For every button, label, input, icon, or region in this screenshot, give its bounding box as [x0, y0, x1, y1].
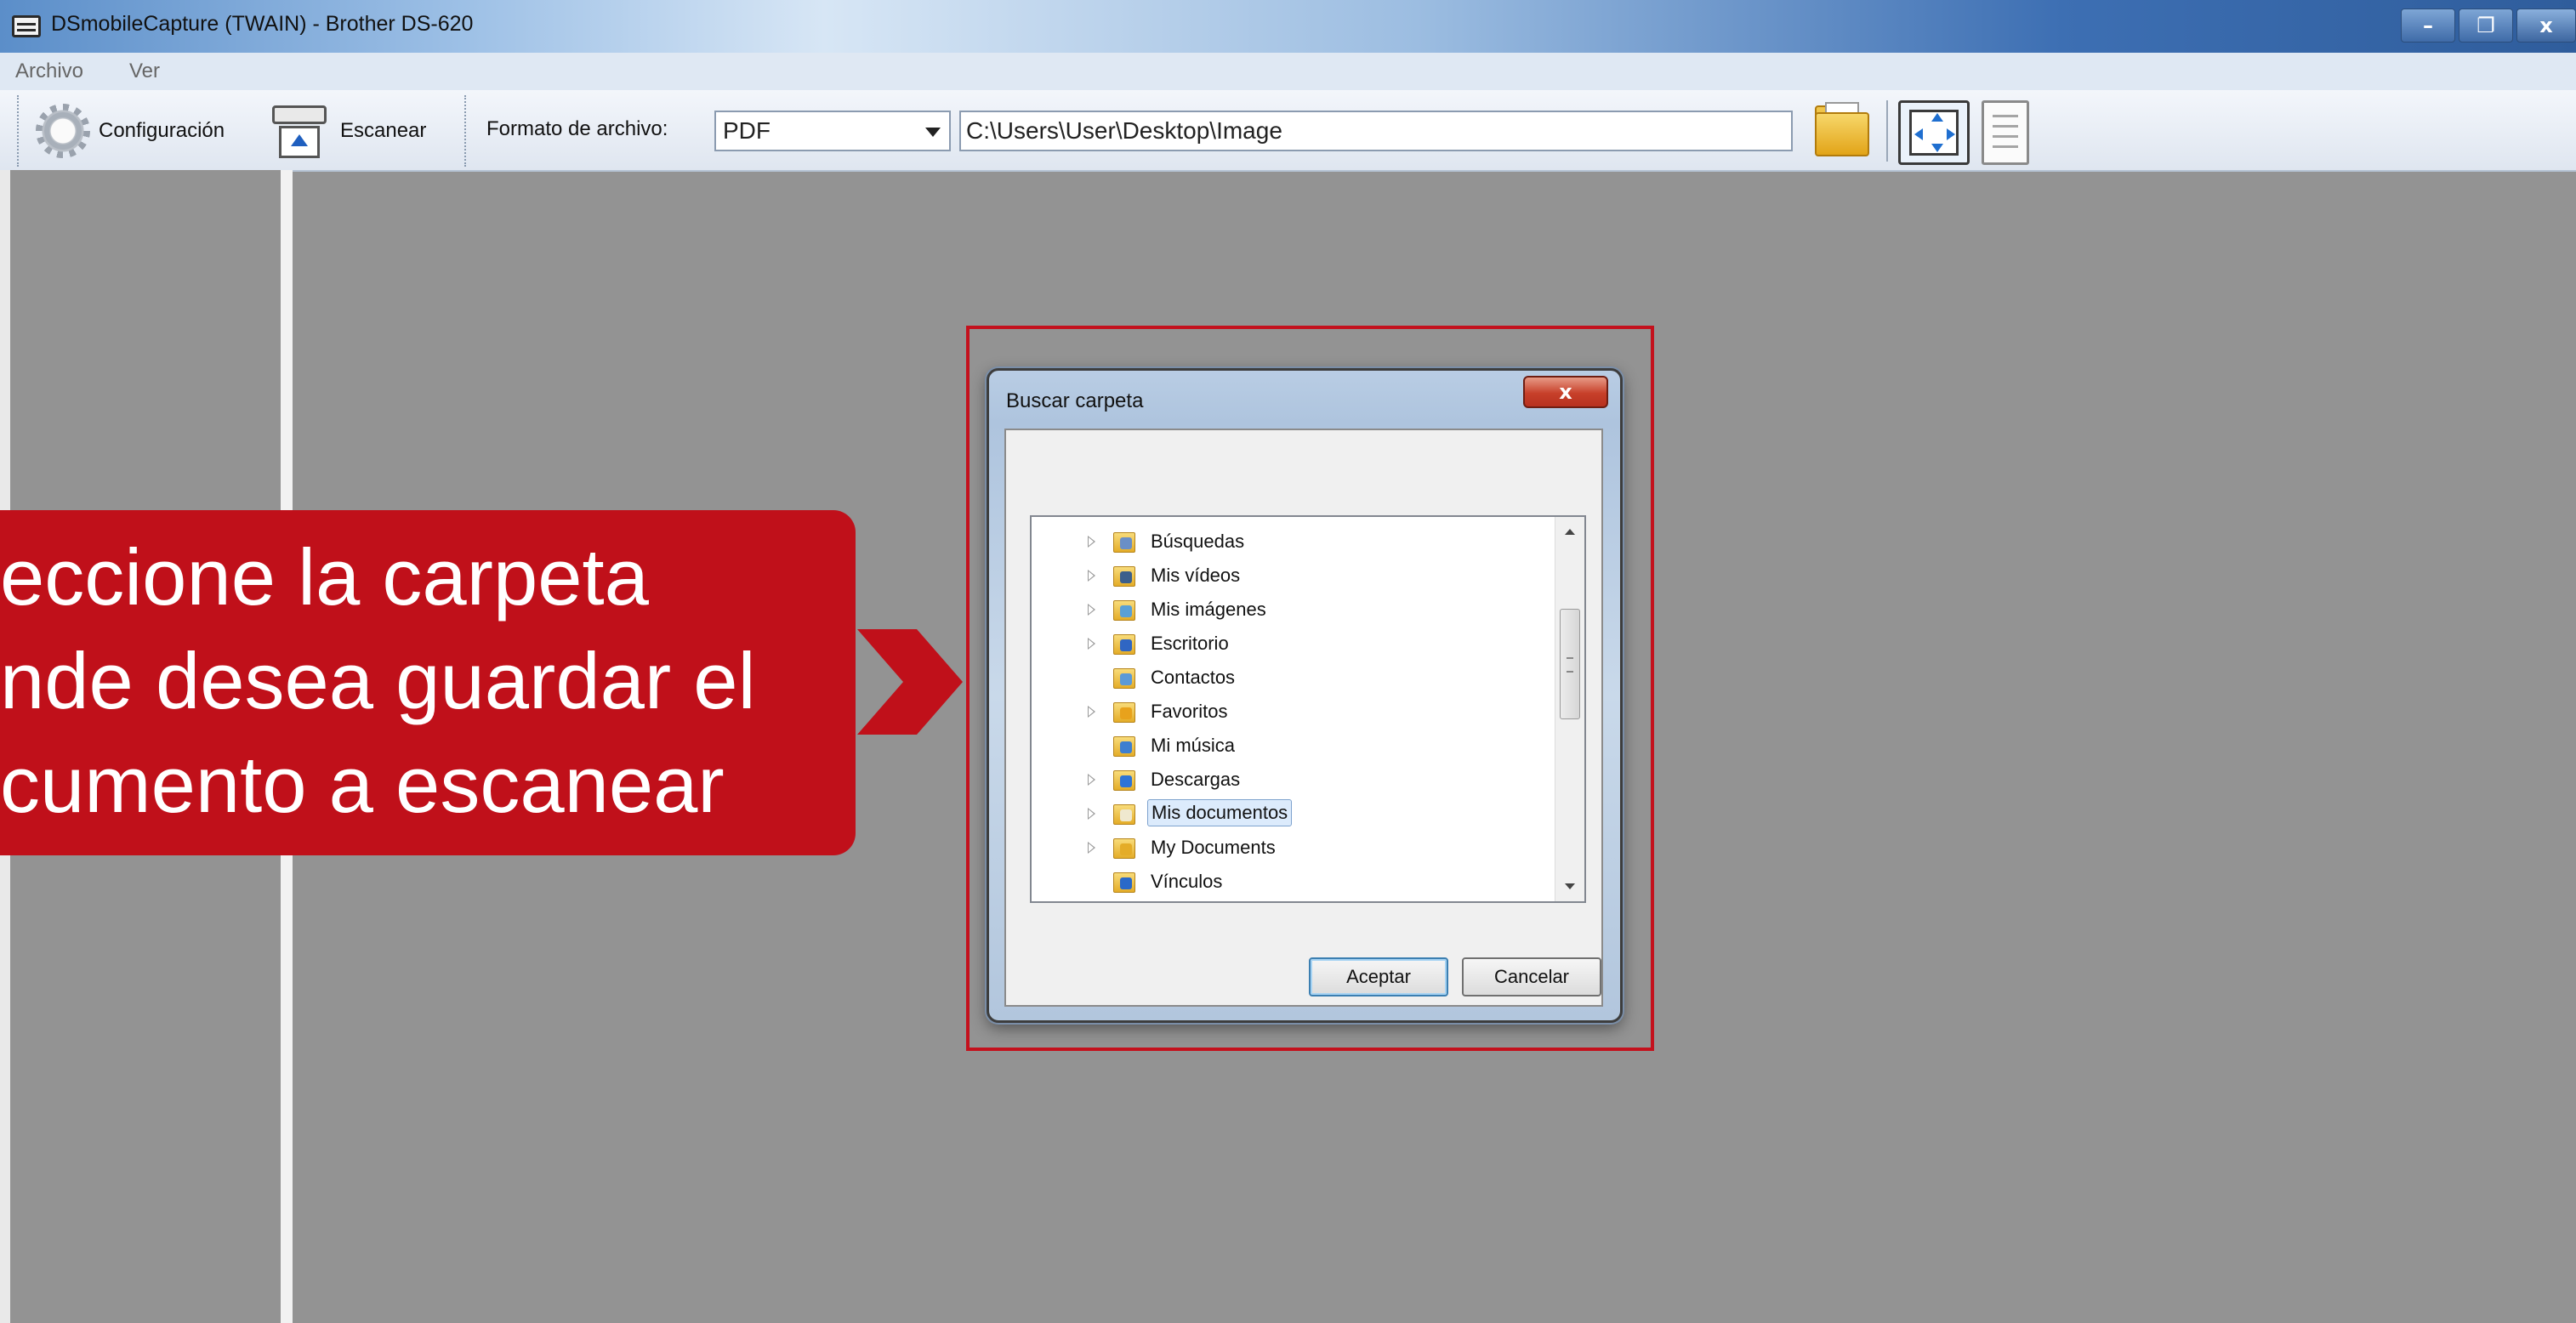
expand-arrow-icon[interactable]	[1088, 536, 1095, 548]
downloads-folder-icon	[1113, 767, 1137, 791]
configuration-label: Configuración	[99, 119, 225, 142]
gear-icon	[36, 104, 90, 158]
expand-arrow-icon[interactable]	[1088, 842, 1095, 854]
videos-folder-icon	[1113, 563, 1137, 587]
save-path-input[interactable]: C:\Users\User\Desktop\Image	[959, 111, 1793, 151]
menu-ver[interactable]: Ver	[129, 60, 160, 83]
cancel-button[interactable]: Cancelar	[1462, 957, 1601, 997]
tree-item-label: Escritorio	[1151, 633, 1229, 654]
dialog-title: Buscar carpeta	[1006, 389, 1144, 412]
tree-item-label: Mis documentos	[1147, 799, 1293, 826]
tree-item[interactable]: Favoritos	[1032, 694, 1550, 728]
tree-item[interactable]: Mi música	[1032, 728, 1550, 762]
accept-button[interactable]: Aceptar	[1309, 957, 1448, 997]
tree-item-label: Mis imágenes	[1151, 599, 1266, 620]
file-format-value: PDF	[723, 117, 771, 144]
toolbar-separator	[1886, 100, 1888, 162]
folder-icon	[1113, 835, 1137, 859]
expand-arrow-icon[interactable]	[1088, 570, 1095, 582]
music-folder-icon	[1113, 733, 1137, 757]
tree-item[interactable]: Contactos	[1032, 660, 1550, 694]
dialog-close-button[interactable]: x	[1523, 376, 1608, 408]
tree-item-label: Búsquedas	[1151, 531, 1245, 552]
menu-archivo[interactable]: Archivo	[15, 60, 83, 83]
tree-item[interactable]: My Documents	[1032, 830, 1550, 864]
desktop-folder-icon	[1113, 631, 1137, 655]
scroll-up-icon[interactable]	[1565, 529, 1575, 535]
tree-item[interactable]: Búsquedas	[1032, 524, 1550, 558]
expand-arrow-icon[interactable]	[1088, 774, 1095, 786]
callout-line-1: eccione la carpeta	[0, 532, 649, 622]
search-folder-icon	[1113, 529, 1137, 553]
folder-tree[interactable]: Vínculos My Documents Mis documentos Descar…	[1030, 515, 1586, 903]
scanner-app-icon	[12, 15, 41, 37]
close-window-button[interactable]: x	[2516, 9, 2576, 43]
tree-item-label: Descargas	[1151, 769, 1241, 790]
minimize-button[interactable]: –	[2401, 9, 2455, 43]
toolbar-grip-2[interactable]	[464, 95, 469, 167]
tree-item[interactable]: Vínculos	[1032, 864, 1550, 898]
pictures-folder-icon	[1113, 597, 1137, 621]
dialog-body: Vínculos My Documents Mis documentos Descar…	[1004, 429, 1603, 1007]
links-folder-icon	[1113, 869, 1137, 893]
callout-line-3: cumento a escanear	[0, 740, 725, 829]
browse-folder-button[interactable]	[1810, 102, 1874, 162]
tree-item[interactable]: Mis documentos	[1032, 796, 1550, 830]
tree-item-label: My Documents	[1151, 837, 1276, 858]
expand-arrow-icon[interactable]	[1088, 604, 1095, 616]
tree-item-label: Mis vídeos	[1151, 565, 1241, 586]
instruction-callout: eccione la carpeta nde desea guardar el …	[0, 510, 856, 855]
menu-bar: Archivo Ver	[0, 53, 2576, 91]
chevron-down-icon	[925, 128, 941, 137]
restore-button[interactable]: ❐	[2459, 9, 2513, 43]
scroll-down-icon[interactable]	[1565, 883, 1575, 889]
expand-arrow-icon[interactable]	[1088, 706, 1095, 718]
scanner-icon	[269, 100, 330, 162]
tree-item-label: Contactos	[1151, 667, 1236, 688]
tree-item[interactable]: Descargas	[1032, 762, 1550, 796]
favorites-folder-icon	[1113, 699, 1137, 723]
scan-button[interactable]: Escanear	[269, 97, 426, 165]
callout-line-2: nde desea guardar el	[0, 636, 756, 725]
file-format-label: Formato de archivo:	[486, 117, 668, 140]
tree-item-label: Vínculos	[1151, 871, 1223, 892]
window-controls: – ❐ x	[2397, 9, 2576, 43]
contacts-folder-icon	[1113, 665, 1137, 689]
documents-folder-icon	[1113, 801, 1137, 825]
tree-item[interactable]: Mis imágenes	[1032, 592, 1550, 626]
tree-scrollbar[interactable]	[1555, 517, 1584, 901]
tree-item-label: Mi música	[1151, 735, 1236, 756]
file-format-select[interactable]: PDF	[714, 111, 951, 151]
toolbar-grip[interactable]	[17, 95, 22, 167]
scroll-thumb[interactable]	[1560, 609, 1580, 719]
title-bar: DSmobileCapture (TWAIN) - Brother DS-620…	[0, 0, 2576, 53]
browse-folder-dialog: Buscar carpeta x Vínculos My Documents Mis…	[987, 368, 1623, 1023]
scan-label: Escanear	[340, 119, 427, 142]
single-page-view-button[interactable]	[1982, 100, 2029, 165]
tree-item[interactable]: Mis vídeos	[1032, 558, 1550, 592]
toolbar: Configuración Escanear Formato de archiv…	[0, 90, 2576, 172]
expand-arrow-icon[interactable]	[1088, 808, 1095, 820]
chevron-right-arrow-icon	[857, 629, 963, 735]
expand-arrow-icon[interactable]	[1088, 638, 1095, 650]
tree-item-label: Favoritos	[1151, 701, 1228, 722]
window-title: DSmobileCapture (TWAIN) - Brother DS-620	[51, 12, 474, 36]
fit-to-window-button[interactable]	[1898, 100, 1970, 165]
configuration-button[interactable]: Configuración	[36, 97, 225, 165]
tree-item[interactable]: Escritorio	[1032, 626, 1550, 660]
